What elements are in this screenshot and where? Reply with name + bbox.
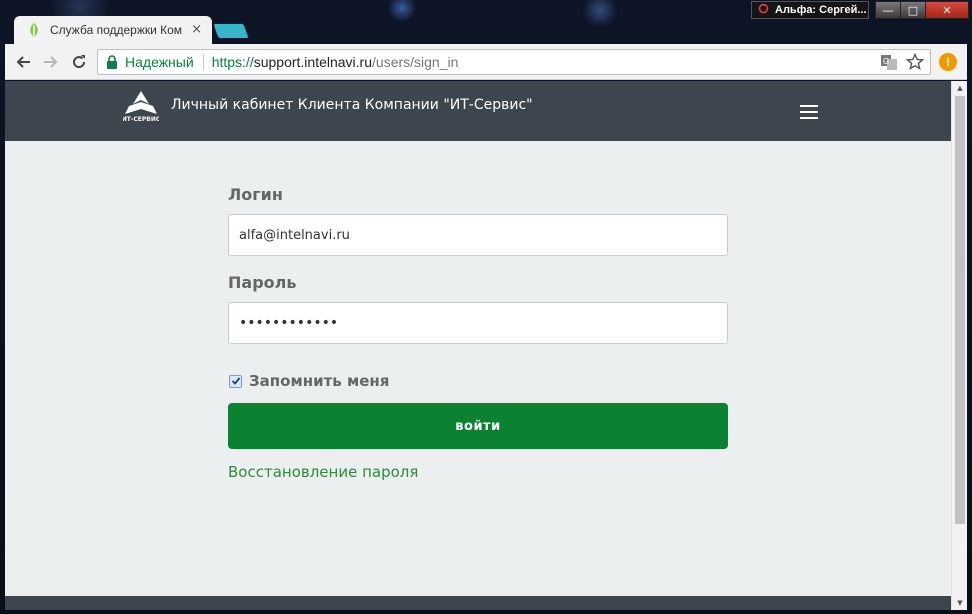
remember-me[interactable]: Запомнить меня xyxy=(228,372,728,390)
profile-name: Альфа: Сергей... xyxy=(775,4,867,16)
tab-title: Служба поддержки Ком xyxy=(50,23,183,37)
back-button[interactable] xyxy=(11,50,35,74)
login-label: Логин xyxy=(228,185,283,204)
login-form: Логин alfa@intelnavi.ru Пароль •••••••••… xyxy=(228,185,728,481)
arrow-left-icon xyxy=(16,56,30,68)
extension-alert-icon[interactable]: ! xyxy=(939,53,957,71)
tab-close-icon[interactable]: × xyxy=(191,22,202,37)
browser-toolbar: Надежный https://support.intelnavi.ru/us… xyxy=(5,44,967,80)
svg-text:G: G xyxy=(883,57,889,66)
login-input-value: alfa@intelnavi.ru xyxy=(239,227,350,243)
password-label: Пароль xyxy=(228,273,297,292)
remember-me-checkbox[interactable] xyxy=(229,374,242,388)
scroll-down-icon[interactable]: ▼ xyxy=(952,596,967,610)
url-path: /users/sign_in xyxy=(372,54,459,70)
company-logo[interactable]: ИТ-СЕРВИС xyxy=(123,90,159,122)
browser-window: Служба поддержки Ком × Альфа: Сергей... … xyxy=(0,0,972,614)
maximize-button[interactable]: □ xyxy=(900,1,926,19)
login-submit-button[interactable]: войти xyxy=(228,403,728,449)
reload-button[interactable] xyxy=(67,50,91,74)
address-separator xyxy=(202,54,204,70)
translate-icon[interactable]: G xyxy=(880,53,898,71)
close-window-button[interactable]: ✕ xyxy=(925,1,969,19)
minimize-button[interactable]: — xyxy=(875,1,901,19)
scrollbar-thumb[interactable] xyxy=(955,96,965,524)
check-icon xyxy=(231,377,240,385)
new-tab-button[interactable] xyxy=(213,24,249,38)
svg-text:ИТ-СЕРВИС: ИТ-СЕРВИС xyxy=(123,116,159,122)
url-host: support.intelnavi.ru xyxy=(253,54,373,70)
forward-button[interactable] xyxy=(39,50,63,74)
site-brand-title: Личный кабинет Клиента Компании "ИТ-Серв… xyxy=(171,97,533,113)
secure-label: Надежный xyxy=(125,54,194,70)
scroll-up-icon[interactable]: ▲ xyxy=(952,81,967,95)
browser-tab[interactable]: Служба поддержки Ком × xyxy=(14,16,212,44)
profile-button[interactable]: Альфа: Сергей... xyxy=(751,1,869,19)
password-input[interactable]: •••••••••••• xyxy=(228,302,728,344)
star-icon[interactable] xyxy=(906,53,924,71)
remember-me-label: Запомнить меня xyxy=(249,372,390,390)
address-bar[interactable]: Надежный https://support.intelnavi.ru/us… xyxy=(97,49,931,75)
omnibox-actions: G xyxy=(880,53,924,71)
profile-sync-icon xyxy=(758,3,769,17)
hamburger-menu-icon[interactable] xyxy=(800,105,818,119)
app-leaf-icon xyxy=(26,22,42,38)
lock-icon xyxy=(107,55,117,69)
arrow-right-icon xyxy=(44,56,58,68)
page-scrollbar[interactable]: ▲ ▼ xyxy=(951,81,967,610)
password-input-value: •••••••••••• xyxy=(239,315,339,331)
reload-icon xyxy=(73,55,86,69)
restore-password-link[interactable]: Восстановление пароля xyxy=(228,463,418,481)
site-footer-bar xyxy=(5,596,951,610)
login-input[interactable]: alfa@intelnavi.ru xyxy=(228,214,728,256)
restore-password-row: Восстановление пароля xyxy=(228,462,728,481)
url-scheme: https:// xyxy=(211,54,254,70)
page-viewport: ИТ-СЕРВИС Личный кабинет Клиента Компани… xyxy=(5,81,967,610)
site-navbar: ИТ-СЕРВИС Личный кабинет Клиента Компани… xyxy=(5,81,951,141)
